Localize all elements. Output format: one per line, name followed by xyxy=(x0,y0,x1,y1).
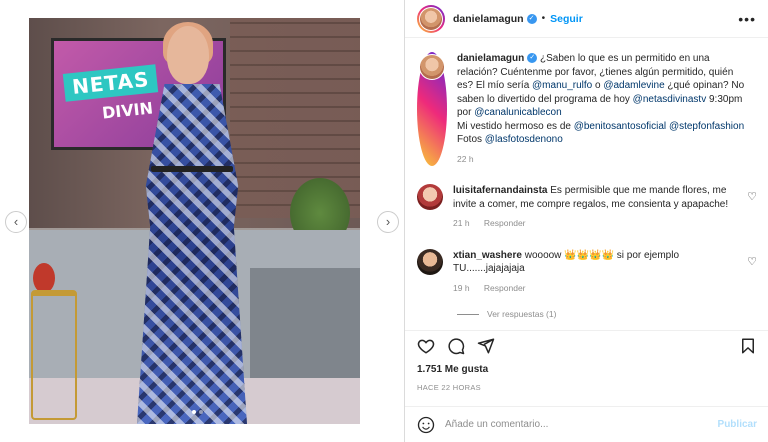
post-panel: danielamagun ✓ • Seguir ••• danielamagun… xyxy=(404,0,768,442)
caption-text: danielamagun ✓ ¿Saben lo que es un permit… xyxy=(457,52,747,166)
view-replies-button[interactable]: Ver respuestas (1) xyxy=(457,309,757,319)
woman-figure xyxy=(117,22,267,424)
carousel-dot xyxy=(199,410,203,414)
reply-button[interactable]: Responder xyxy=(484,283,526,293)
carousel-dots xyxy=(192,410,203,414)
commenter-avatar[interactable] xyxy=(417,184,443,210)
separator: • xyxy=(541,13,546,24)
comments-section[interactable]: danielamagun ✓ ¿Saben lo que es un permit… xyxy=(405,46,768,326)
commenter-avatar[interactable] xyxy=(417,248,443,275)
story-ring[interactable] xyxy=(417,4,445,33)
chevron-right-icon[interactable]: › xyxy=(377,211,399,233)
caption-meta: 22 h xyxy=(457,153,747,167)
comment-meta: 21 h Responder xyxy=(453,217,733,231)
post-header: danielamagun ✓ • Seguir ••• xyxy=(405,0,768,38)
like-heart-icon[interactable] xyxy=(417,337,435,355)
comment-time: 21 h xyxy=(453,218,470,228)
publish-button[interactable]: Publicar xyxy=(718,419,757,430)
view-replies-label: Ver respuestas (1) xyxy=(487,309,557,319)
share-icon[interactable] xyxy=(477,337,495,355)
bookmark-icon[interactable] xyxy=(739,337,757,355)
comment-time: 19 h xyxy=(453,282,470,293)
carousel-dot-active xyxy=(192,410,196,414)
follow-button[interactable]: Seguir xyxy=(550,13,583,25)
verified-badge-icon: ✓ xyxy=(527,53,538,64)
caption-avatar[interactable] xyxy=(420,55,444,79)
comment-text: luisitafernandainsta Es permisible que m… xyxy=(453,184,733,231)
action-bar xyxy=(405,330,768,360)
caption-time: 22 h xyxy=(457,153,474,164)
comment-username[interactable]: xtian_washere xyxy=(453,250,522,261)
verified-badge-icon: ✓ xyxy=(526,13,537,24)
tag-link[interactable]: @canalunicablecon xyxy=(474,107,561,118)
caption-username[interactable]: danielamagun xyxy=(457,53,524,64)
comment-icon[interactable] xyxy=(447,337,465,355)
post-photo[interactable]: NETAS DIVIN xyxy=(29,18,360,424)
avatar[interactable] xyxy=(420,7,442,30)
side-table xyxy=(31,290,77,420)
post-timestamp: HACE 22 HORAS xyxy=(417,383,481,392)
comment-like-heart-icon[interactable]: ♡ xyxy=(747,255,757,268)
comment-text: xtian_washere woooow 👑👑👑👑 si por ejemplo… xyxy=(453,249,733,296)
face xyxy=(167,26,209,84)
caption-text-5: Mi vestido hermoso es de xyxy=(457,120,574,132)
media-panel: NETAS DIVIN ‹ › xyxy=(0,0,404,442)
add-comment-bar: Publicar xyxy=(405,406,768,442)
divider-line xyxy=(457,313,479,315)
chevron-left-icon[interactable]: ‹ xyxy=(5,211,27,233)
reply-button[interactable]: Responder xyxy=(484,218,526,228)
comment-item: luisitafernandainsta Es permisible que m… xyxy=(417,184,757,231)
caption-story-ring[interactable] xyxy=(417,52,447,166)
comment-like-heart-icon[interactable]: ♡ xyxy=(747,190,757,203)
caption-text-6: Fotos xyxy=(457,134,485,145)
tag-link[interactable]: @lasfotosdenono xyxy=(485,134,563,145)
tag-link[interactable]: @stepfonfashion xyxy=(669,121,744,132)
tag-link[interactable]: @manu_rulfo xyxy=(532,80,592,91)
red-flower-vase xyxy=(33,263,55,293)
belt xyxy=(151,166,233,172)
more-horizontal-icon[interactable]: ••• xyxy=(738,11,756,27)
caption: danielamagun ✓ ¿Saben lo que es un permit… xyxy=(417,46,757,166)
comment-item: xtian_washere woooow 👑👑👑👑 si por ejemplo… xyxy=(417,248,757,296)
patterned-dress xyxy=(137,84,247,424)
comment-username[interactable]: luisitafernandainsta xyxy=(453,185,547,196)
comment-input[interactable] xyxy=(445,419,718,430)
tag-link[interactable]: @benitosantosoficial xyxy=(574,121,666,132)
likes-count[interactable]: 1.751 Me gusta xyxy=(417,364,488,375)
tag-link[interactable]: @netasdivinastv xyxy=(633,94,707,105)
emoji-icon[interactable] xyxy=(417,416,435,434)
header-username[interactable]: danielamagun xyxy=(453,13,524,25)
tag-link[interactable]: @adamlevine xyxy=(603,80,664,91)
caption-text-2: o xyxy=(592,80,604,91)
comment-meta: 19 h Responder xyxy=(453,282,733,296)
